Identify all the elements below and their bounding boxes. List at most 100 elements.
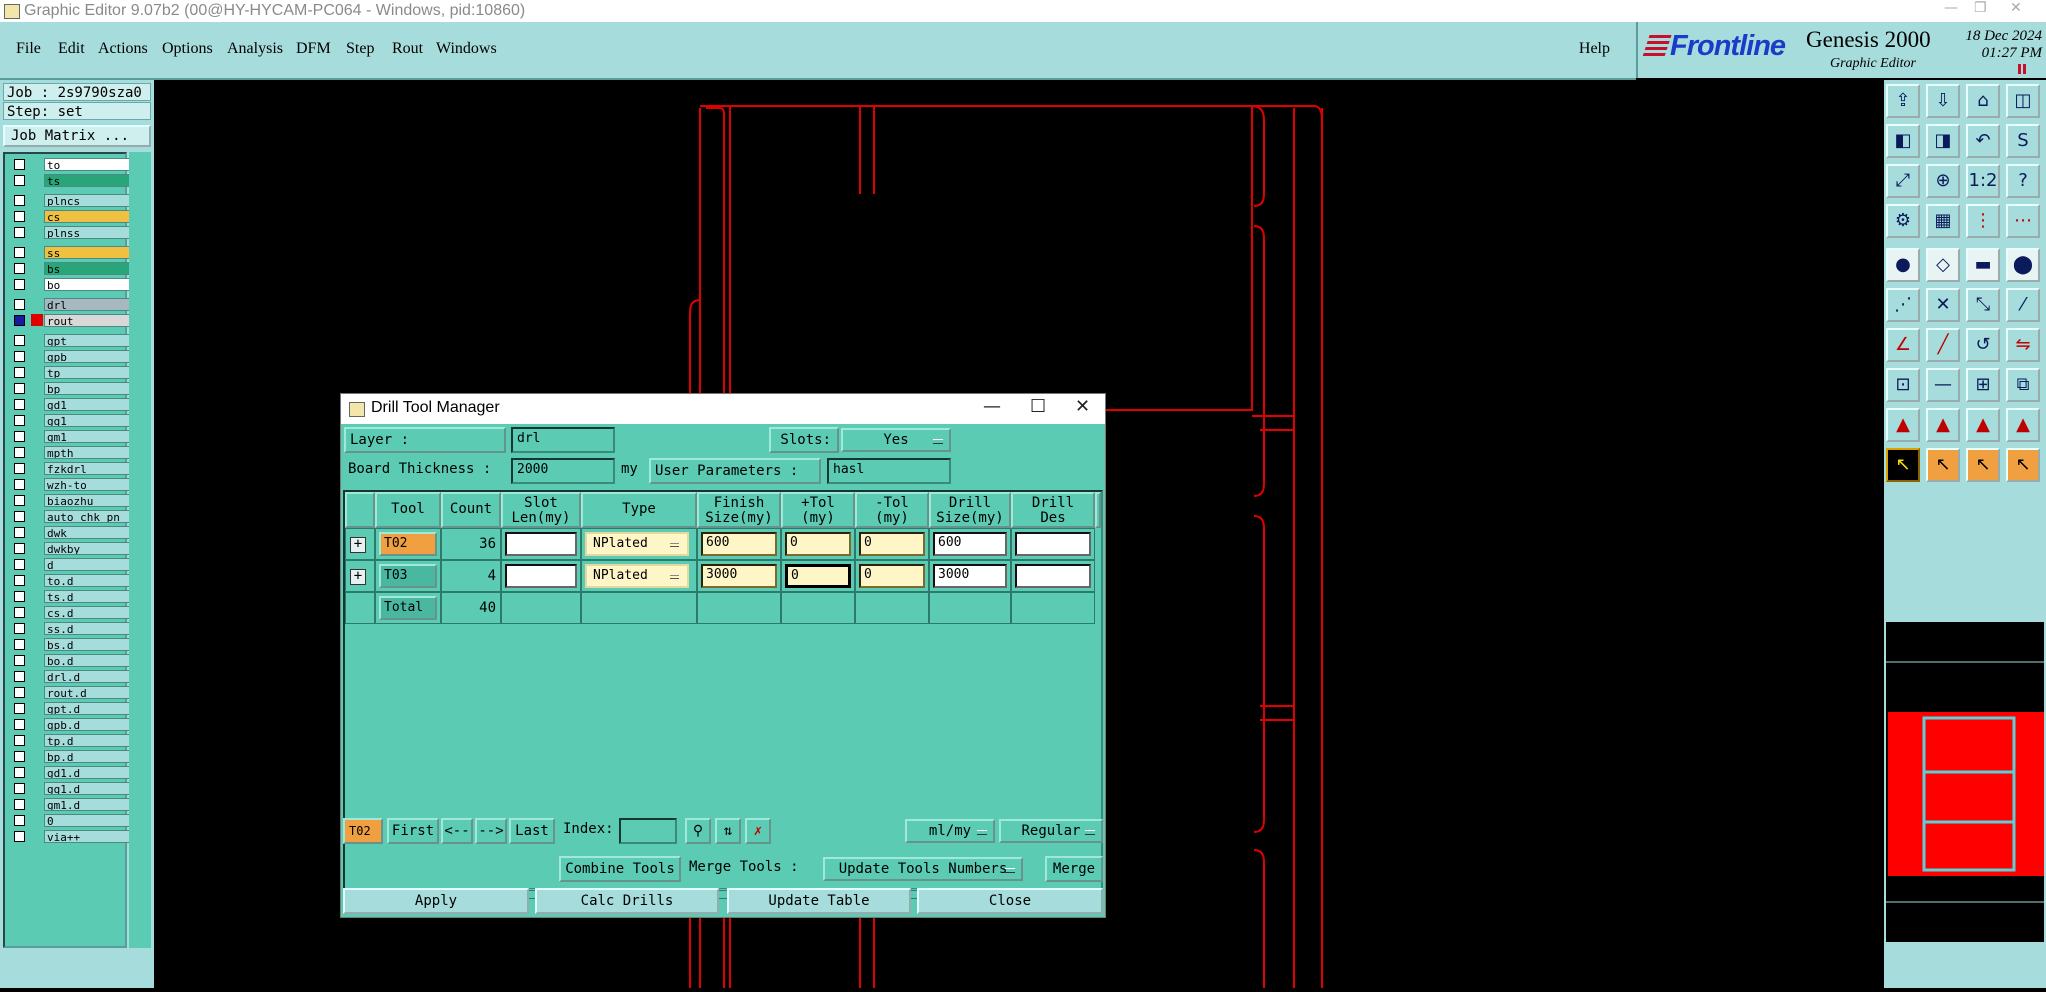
pointer4-icon[interactable]: ↖: [2006, 448, 2040, 482]
layer-row[interactable]: ts.d: [8, 590, 130, 603]
layer-name[interactable]: bs.d: [44, 638, 130, 651]
plus-tol-input[interactable]: 0: [785, 532, 851, 556]
layer-row[interactable]: to.d: [8, 574, 130, 587]
layer-checkbox[interactable]: [14, 831, 25, 842]
delete-icon[interactable]: ✗: [745, 818, 771, 844]
layer-row[interactable]: via++: [8, 830, 130, 843]
layer-checkbox[interactable]: [14, 227, 25, 238]
layer-row[interactable]: gpb.d: [8, 718, 130, 731]
layer-row[interactable]: ss.d: [8, 622, 130, 635]
layer-checkbox[interactable]: [14, 335, 25, 346]
slot-len-input[interactable]: [505, 532, 577, 556]
layer-checkbox[interactable]: [14, 367, 25, 378]
dialog-minimize-icon[interactable]: —: [983, 396, 1001, 417]
slots-option-menu[interactable]: Yes: [841, 428, 951, 452]
layer-row[interactable]: plnss: [8, 226, 130, 239]
plus-tol-input[interactable]: 0: [785, 564, 851, 588]
layer-name[interactable]: ts: [44, 174, 130, 187]
layer-checkbox[interactable]: [14, 351, 25, 362]
layer-row[interactable]: bp: [8, 382, 130, 395]
layer-row[interactable]: biaozhu: [8, 494, 130, 507]
copy-icon[interactable]: ⊡: [1886, 368, 1920, 402]
layer-name[interactable]: bs: [44, 262, 130, 275]
layer-checkbox[interactable]: [14, 719, 25, 730]
layer-row[interactable]: drl.d: [8, 670, 130, 683]
rotate-icon[interactable]: ↺: [1966, 328, 2000, 362]
sort-icon[interactable]: ⇅: [715, 818, 741, 844]
layer-name[interactable]: ss.d: [44, 622, 130, 635]
merge-button[interactable]: Merge: [1045, 856, 1103, 882]
menu-step[interactable]: Step: [346, 40, 374, 58]
layer-checkbox[interactable]: [14, 299, 25, 310]
route-icon[interactable]: ⤡: [1966, 288, 2000, 322]
home-icon[interactable]: ⌂: [1966, 84, 2000, 118]
layers-icon[interactable]: ⋮: [1966, 204, 2000, 238]
layer-name[interactable]: ss: [44, 246, 130, 259]
tri4-icon[interactable]: ▲: [2006, 408, 2040, 442]
arc-icon[interactable]: ⁄: [2006, 288, 2040, 322]
layer-checkbox[interactable]: [14, 195, 25, 206]
menu-options[interactable]: Options: [162, 40, 213, 58]
layer-name[interactable]: dwkby: [44, 542, 130, 555]
layer-name[interactable]: gpb.d: [44, 718, 130, 731]
layer-row[interactable]: cs: [8, 210, 130, 223]
tool-button[interactable]: T03: [379, 564, 437, 588]
update-table-button[interactable]: Update Table: [727, 888, 911, 914]
layer-row[interactable]: bs.d: [8, 638, 130, 651]
menu-analysis[interactable]: Analysis: [227, 40, 283, 58]
layer-checkbox[interactable]: [14, 447, 25, 458]
layer-name[interactable]: cs.d: [44, 606, 130, 619]
layer-name[interactable]: gg1: [44, 414, 130, 427]
minus-tol-input[interactable]: 0: [859, 564, 925, 588]
layer-name[interactable]: gd1: [44, 398, 130, 411]
close-button[interactable]: Close: [917, 888, 1103, 914]
layer-row[interactable]: rout.d: [8, 686, 130, 699]
layer-row[interactable]: gm1.d: [8, 798, 130, 811]
layer-checkbox[interactable]: [14, 655, 25, 666]
layer-name[interactable]: drl: [44, 298, 130, 311]
tri2-icon[interactable]: ▲: [1926, 408, 1960, 442]
row-add-icon[interactable]: +: [350, 537, 366, 553]
layer-row[interactable]: dwkby: [8, 542, 130, 555]
zoom-fit-icon[interactable]: ⤢: [1886, 164, 1920, 198]
layer-row[interactable]: cs.d: [8, 606, 130, 619]
menu-edit[interactable]: Edit: [58, 40, 85, 58]
group-icon[interactable]: ⧉: [2006, 368, 2040, 402]
prev-step-icon[interactable]: ◧: [1886, 124, 1920, 158]
measure-icon[interactable]: ⚙: [1886, 204, 1920, 238]
mode-option-menu[interactable]: Regular: [999, 819, 1103, 843]
layer-checkbox[interactable]: [14, 623, 25, 634]
snap-icon[interactable]: S: [2006, 124, 2040, 158]
menu-dfm[interactable]: DFM: [296, 40, 331, 58]
move-icon[interactable]: —: [1926, 368, 1960, 402]
layer-checkbox[interactable]: [14, 543, 25, 554]
tri3-icon[interactable]: ▲: [1966, 408, 2000, 442]
tri-icon[interactable]: ▲: [1886, 408, 1920, 442]
type-option-menu[interactable]: NPlated: [585, 564, 689, 588]
layer-name[interactable]: mpth: [44, 446, 130, 459]
units-option-menu[interactable]: ml/my: [905, 819, 995, 843]
drill-des-input[interactable]: [1015, 532, 1091, 556]
line-icon[interactable]: ▬: [1966, 248, 2000, 282]
layer-name[interactable]: rout.d: [44, 686, 130, 699]
close-icon[interactable]: ✕: [2010, 0, 2022, 16]
layer-name[interactable]: wzh-to: [44, 478, 130, 491]
minus-tol-input[interactable]: 0: [859, 532, 925, 556]
layer-name[interactable]: auto_chk_pn: [44, 510, 130, 523]
drill-des-input[interactable]: [1015, 564, 1091, 588]
layer-row[interactable]: plncs: [8, 194, 130, 207]
layer-row[interactable]: gpt: [8, 334, 130, 347]
layer-checkbox[interactable]: [14, 159, 25, 170]
layer-name[interactable]: tp: [44, 366, 130, 379]
layer-name[interactable]: 0: [44, 814, 130, 827]
layer-row[interactable]: gpt.d: [8, 702, 130, 715]
layer-name[interactable]: ts.d: [44, 590, 130, 603]
layer-list-scrollbar[interactable]: [129, 152, 151, 948]
help-icon[interactable]: ?: [2006, 164, 2040, 198]
layer-checkbox[interactable]: [14, 815, 25, 826]
tool-button[interactable]: T02: [379, 532, 437, 556]
layer-checkbox[interactable]: [14, 175, 25, 186]
layer-name[interactable]: gm1: [44, 430, 130, 443]
layer-name[interactable]: plnss: [44, 226, 130, 239]
select-icon[interactable]: ⋰: [1886, 288, 1920, 322]
